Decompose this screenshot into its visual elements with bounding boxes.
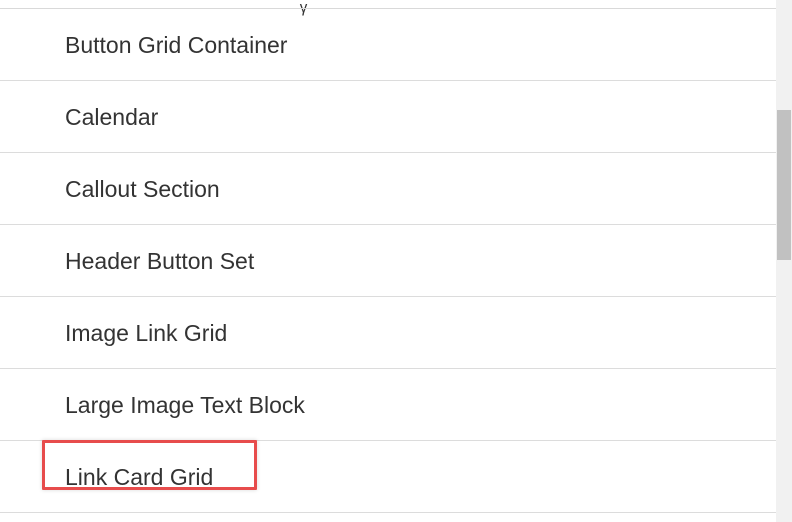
list-item-callout-section[interactable]: Callout Section	[0, 153, 776, 225]
component-list: Button Grid Container Calendar Callout S…	[0, 9, 776, 513]
list-item-label: Large Image Text Block	[65, 392, 305, 418]
component-list-panel: ᵧ Button Grid Container Calendar Callout…	[0, 0, 792, 522]
list-item-label: Calendar	[65, 104, 159, 130]
list-item-label: Header Button Set	[65, 248, 255, 274]
list-item-label: Button Grid Container	[65, 32, 288, 58]
list-item-button-grid-container[interactable]: Button Grid Container	[0, 9, 776, 81]
scrollbar-thumb[interactable]	[777, 110, 791, 260]
list-item-label: Image Link Grid	[65, 320, 228, 346]
scrollbar-track[interactable]	[776, 0, 792, 522]
list-item-link-card-grid[interactable]: Link Card Grid	[0, 441, 776, 513]
list-item-image-link-grid[interactable]: Image Link Grid	[0, 297, 776, 369]
list-item-label: Link Card Grid	[65, 464, 214, 490]
list-item-label: Callout Section	[65, 176, 220, 202]
list-item-header-button-set[interactable]: Header Button Set	[0, 225, 776, 297]
list-item-calendar[interactable]: Calendar	[0, 81, 776, 153]
list-item-large-image-text-block[interactable]: Large Image Text Block	[0, 369, 776, 441]
